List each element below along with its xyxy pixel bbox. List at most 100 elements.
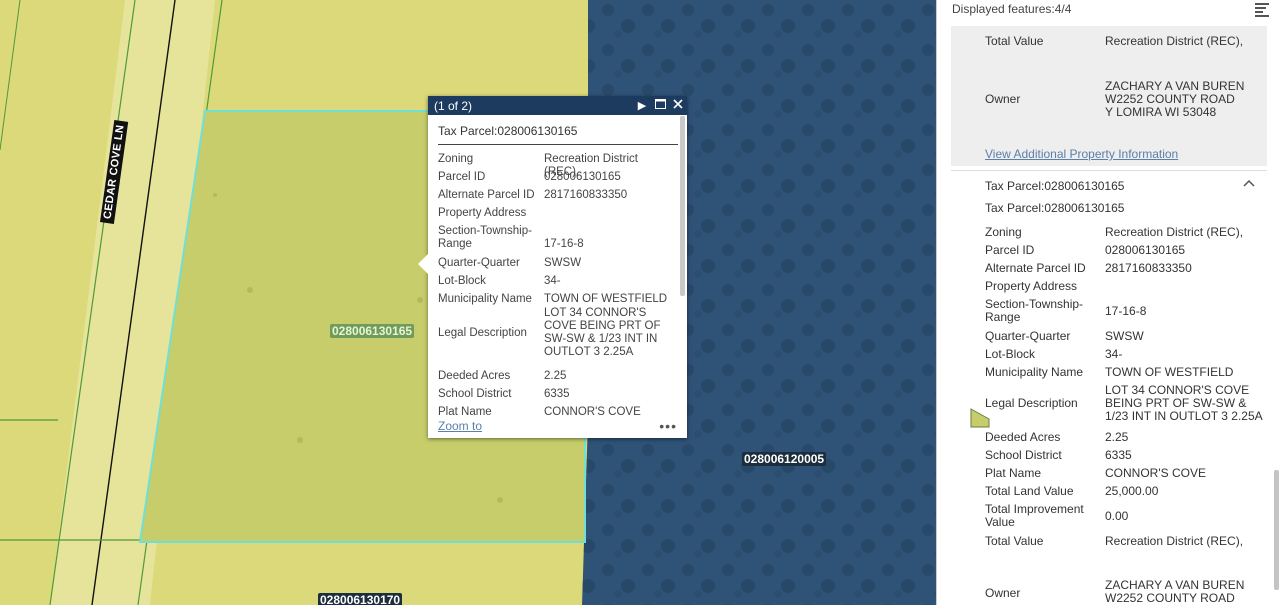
feature-popup: (1 of 2) ▶ Tax Parcel:028006130165 Zonin… xyxy=(418,96,687,438)
attr-key: Property Address xyxy=(438,207,527,219)
parcel-label-south: 028006130170 xyxy=(318,593,403,605)
next-arrow-icon[interactable]: ▶ xyxy=(633,99,651,112)
displayed-features: Displayed features:4/4 xyxy=(952,2,1072,16)
attr-value: 6335 xyxy=(1105,448,1132,462)
popup-attr-row: Lot-Block 34- xyxy=(438,275,676,288)
zoom-to-link[interactable]: Zoom to xyxy=(438,419,659,433)
attr-key: Quarter-Quarter xyxy=(985,329,1071,343)
attr-key: Total Value xyxy=(985,534,1044,548)
attr-value: 34- xyxy=(1105,347,1123,361)
popup-attr-row: Legal Description LOT 34 CONNOR'S COVE BE… xyxy=(438,307,676,359)
attr-key: Legal Description xyxy=(985,396,1078,410)
map-view[interactable]: CEDAR COVE LN 028006130165 028006120005 … xyxy=(0,0,936,605)
feature-card-current[interactable]: Tax Parcel:028006130165 Tax Parcel:02800… xyxy=(951,170,1267,605)
attr-value: 2.25 xyxy=(1105,430,1129,444)
panel-attr-row: Total Land Value 25,000.00 xyxy=(985,485,1265,498)
panel-scrollbar[interactable] xyxy=(1274,470,1279,590)
panel-attr-row: Property Address xyxy=(985,280,1265,293)
attr-row: Owner ZACHARY A VAN BUREN W2252 COUNTY R… xyxy=(985,80,1245,119)
attr-key: Quarter-Quarter xyxy=(438,257,520,269)
panel-attr-row: Municipality Name TOWN OF WESTFIELD xyxy=(985,366,1265,379)
close-icon[interactable] xyxy=(669,99,687,112)
feature-title: Tax Parcel:028006130165 xyxy=(985,201,1125,215)
attr-value: LOT 34 CONNOR'S COVE BEING PRT OF SW-SW … xyxy=(1105,383,1263,423)
attr-key: Deeded Acres xyxy=(985,430,1061,444)
attr-key: Parcel ID xyxy=(985,243,1035,257)
attr-value: 34- xyxy=(544,275,561,287)
feature-header: Tax Parcel:028006130165 xyxy=(985,179,1125,193)
attr-row: Total Value Recreation District (REC), xyxy=(985,35,1265,48)
popup-footer: Zoom to ••• xyxy=(438,418,677,434)
attr-key: School District xyxy=(438,388,512,400)
attr-value xyxy=(1105,280,1265,293)
popup-scrollbar[interactable] xyxy=(680,116,685,296)
sort-list-icon[interactable] xyxy=(1255,2,1271,17)
feature-card-previous[interactable]: Total Value Recreation District (REC), O… xyxy=(951,26,1267,166)
popup-attr-row: Alternate Parcel ID 2817160833350 xyxy=(438,189,676,202)
panel-attr-row: Deeded Acres 2.25 xyxy=(985,431,1265,444)
popup-attr-row: Quarter-Quarter SWSW xyxy=(438,257,676,270)
popup-title: Tax Parcel:028006130165 xyxy=(438,120,678,145)
attr-key: Total Land Value xyxy=(985,484,1074,498)
popup-count: (1 of 2) xyxy=(434,98,473,113)
popup-attr-row: School District 6335 xyxy=(438,388,676,401)
attr-key: Lot-Block xyxy=(438,275,486,287)
attr-value: TOWN OF WESTFIELD xyxy=(1105,365,1234,379)
view-additional-info-link[interactable]: View Additional Property Information xyxy=(985,147,1178,161)
attr-key: Deeded Acres xyxy=(438,370,511,382)
panel-attr-row: Lot-Block 34- xyxy=(985,348,1265,361)
attr-value: LOT 34 CONNOR'S COVE BEING PRT OF SW-SW … xyxy=(544,307,661,358)
panel-attr-row: Quarter-Quarter SWSW xyxy=(985,330,1265,343)
popup-header: (1 of 2) ▶ xyxy=(428,96,687,115)
more-options-icon[interactable]: ••• xyxy=(659,418,677,434)
attr-key: Total Value xyxy=(985,34,1044,48)
popup-pointer xyxy=(418,254,428,274)
attr-value: ZACHARY A VAN BUREN W2252 COUNTY ROAD Y xyxy=(1105,578,1245,605)
attr-value: Recreation District (REC), xyxy=(1105,225,1244,239)
popup-attr-row: Deeded Acres 2.25 xyxy=(438,370,676,383)
attr-key: Municipality Name xyxy=(438,293,532,305)
attr-key: Legal Description xyxy=(438,326,527,339)
attr-value: 028006130165 xyxy=(544,171,621,183)
maximize-icon[interactable] xyxy=(651,99,669,112)
attr-value: 028006130165 xyxy=(1105,243,1186,257)
attr-key: Section-Township-Range xyxy=(438,225,532,250)
panel-attr-row: Total Improvement Value 0.00 xyxy=(985,503,1265,529)
panel-owner-row: Owner ZACHARY A VAN BUREN W2252 COUNTY RO… xyxy=(985,579,1245,605)
panel-attr-row: Legal Description LOT 34 CONNOR'S COVE BE… xyxy=(985,384,1265,423)
panel-attr-row: School District 6335 xyxy=(985,449,1265,462)
attr-key: Lot-Block xyxy=(985,347,1036,361)
panel-attr-row: Alternate Parcel ID 2817160833350 xyxy=(985,262,1265,275)
panel-attr-row: Plat Name CONNOR'S COVE xyxy=(985,467,1265,480)
attr-value: CONNOR'S COVE xyxy=(1105,466,1206,480)
attr-key: School District xyxy=(985,448,1062,462)
attr-key: Alternate Parcel ID xyxy=(985,261,1086,275)
attr-key: Plat Name xyxy=(985,466,1042,480)
attr-key: Parcel ID xyxy=(438,171,486,183)
popup-attr-row: Parcel ID 028006130165 xyxy=(438,171,676,184)
panel-attr-row: Total Value Recreation District (REC), xyxy=(985,535,1265,548)
panel-attr-row: Parcel ID 028006130165 xyxy=(985,244,1265,257)
parcel-label-selected: 028006130165 xyxy=(330,324,415,338)
attr-value: Recreation District (REC), xyxy=(1105,534,1244,548)
popup-attr-row: Property Address xyxy=(438,207,676,220)
attr-value: 2.25 xyxy=(544,370,567,382)
popup-attr-row: Municipality Name TOWN OF WESTFIELD xyxy=(438,293,676,306)
attr-value: 2817160833350 xyxy=(544,189,628,201)
attr-value: 17-16-8 xyxy=(544,238,584,250)
attr-value: 25,000.00 xyxy=(1105,484,1159,498)
attr-value: TOWN OF WESTFIELD xyxy=(544,293,668,305)
legend-swatch xyxy=(970,408,990,428)
attr-key: Owner xyxy=(985,586,1021,600)
popup-attr-row: Plat Name CONNOR'S COVE xyxy=(438,406,676,418)
attr-key: Zoning xyxy=(985,225,1022,239)
attr-value: 2817160833350 xyxy=(1105,261,1192,275)
attr-key: Property Address xyxy=(985,279,1078,293)
popup-attr-row: Section-Township-Range 17-16-8 xyxy=(438,225,676,251)
panel-attr-row: Zoning Recreation District (REC), xyxy=(985,226,1265,239)
popup-body[interactable]: Tax Parcel:028006130165 Zoning Recreation… xyxy=(438,120,678,418)
attr-value: Recreation District (REC), xyxy=(1105,34,1244,48)
chevron-up-icon[interactable] xyxy=(1243,178,1255,190)
attr-value: 6335 xyxy=(544,388,570,400)
feature-list-panel: Displayed features:4/4 Total Value Recre… xyxy=(936,0,1280,605)
